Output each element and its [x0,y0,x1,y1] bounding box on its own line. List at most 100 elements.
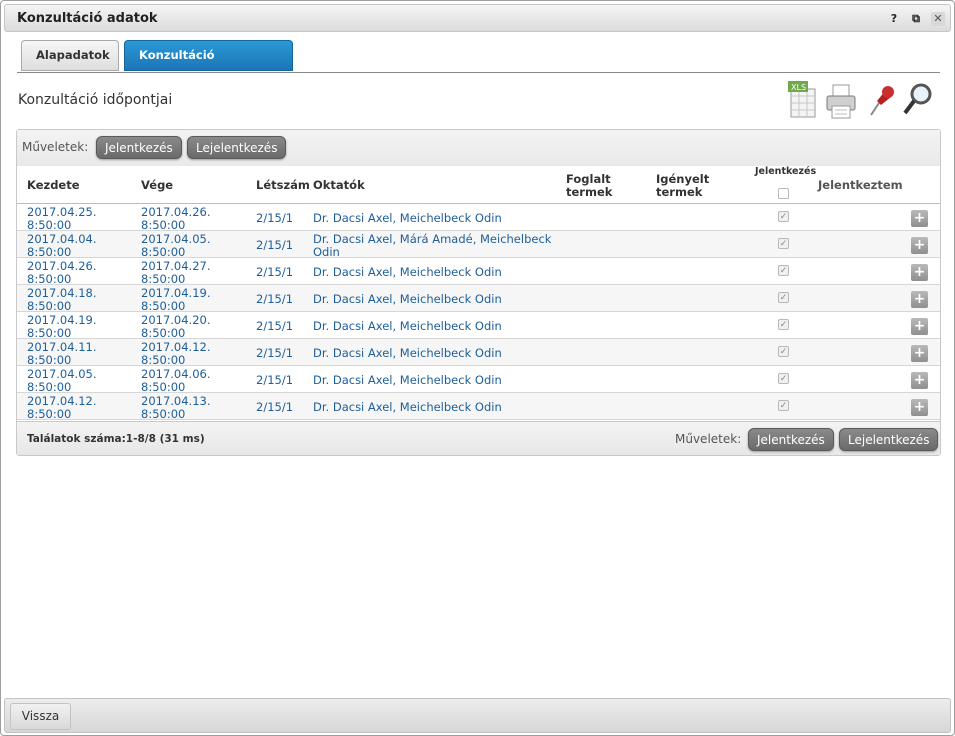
search-icon[interactable] [901,79,935,121]
cell-start-time: 8:50:00 [27,407,72,421]
excel-export-icon[interactable]: XLS [785,79,819,121]
table-row[interactable]: 2017.04.04. 8:50:00 2017.04.05. 8:50:00 … [17,231,940,258]
back-button[interactable]: Vissza [10,703,71,730]
pin-icon[interactable] [863,79,897,121]
table-row[interactable]: 2017.04.26. 8:50:00 2017.04.27. 8:50:00 … [17,258,940,285]
expand-row-button[interactable]: + [911,291,928,308]
close-icon[interactable]: ✕ [931,12,945,26]
column-header-instructors[interactable]: Oktatók [313,178,365,192]
column-header-end[interactable]: Vége [141,178,173,192]
row-checkbox: ✓ [778,265,789,276]
cell-instructors: Dr. Dacsi Axel, Meichelbeck Odin [313,292,502,306]
cell-end-date: 2017.04.26. [141,205,211,219]
unregister-button-bottom[interactable]: Lejelentkezés [839,428,939,451]
cell-end-date: 2017.04.13. [141,394,211,408]
expand-row-button[interactable]: + [911,210,928,227]
cell-instructors-cont: Odin [313,245,340,259]
cell-instructors: Dr. Dacsi Axel, Meichelbeck Odin [313,346,502,360]
register-button-bottom[interactable]: Jelentkezés [748,428,834,451]
column-header-requested-rooms-2: termek [656,185,703,199]
expand-row-button[interactable]: + [911,237,928,254]
tab-bar: Alapadatok Konzultáció időpontjai [17,39,940,91]
table-row[interactable]: 2017.04.25. 8:50:00 2017.04.26. 8:50:00 … [17,204,940,231]
cell-end-date: 2017.04.19. [141,286,211,300]
cell-headcount: 2/15/1 [256,319,294,333]
row-checkbox: ✓ [778,211,789,222]
cell-headcount: 2/15/1 [256,346,294,360]
cell-headcount: 2/15/1 [256,373,294,387]
cell-instructors: Dr. Dacsi Axel, Márá Amadé, Meichelbeck [313,232,552,246]
column-header-start[interactable]: Kezdete [27,178,80,192]
cell-end-date: 2017.04.06. [141,367,211,381]
operations-label-bottom: Műveletek: [675,432,742,446]
grid-footer: Találatok száma:1-8/8 (31 ms) Műveletek:… [17,421,940,455]
cell-start-date: 2017.04.25. [27,205,97,219]
operations-label: Műveletek: [22,140,89,154]
window-title: Konzultáció adatok [17,11,158,26]
title-bar: Konzultáció adatok ? ⧉ ✕ [4,4,951,32]
cell-start-time: 8:50:00 [27,299,72,313]
cell-start-time: 8:50:00 [27,218,72,232]
expand-row-button[interactable]: + [911,372,928,389]
select-all-checkbox[interactable] [778,188,789,199]
cell-headcount: 2/15/1 [256,400,294,414]
print-icon[interactable] [824,79,858,121]
cell-start-date: 2017.04.12. [27,394,97,408]
cell-end-time: 8:50:00 [141,218,186,232]
tab-consultation-times[interactable]: Konzultáció időpontjai [124,40,293,91]
cell-end-date: 2017.04.27. [141,259,211,273]
cell-start-time: 8:50:00 [27,353,72,367]
cell-start-date: 2017.04.26. [27,259,97,273]
table-row[interactable]: 2017.04.18. 8:50:00 2017.04.19. 8:50:00 … [17,285,940,312]
cell-end-time: 8:50:00 [141,407,186,421]
dialog-window: Konzultáció adatok ? ⧉ ✕ Alapadatok Konz… [0,0,955,736]
cell-start-time: 8:50:00 [27,245,72,259]
cell-headcount: 2/15/1 [256,238,294,252]
column-header-registration: Jelentkezés [755,166,817,177]
cell-start-date: 2017.04.04. [27,232,97,246]
tab-basic-data[interactable]: Alapadatok [21,40,119,71]
dialog-footer: Vissza [4,698,951,733]
cell-end-time: 8:50:00 [141,353,186,367]
cell-end-time: 8:50:00 [141,272,186,286]
popout-icon[interactable]: ⧉ [909,12,923,26]
cell-instructors: Dr. Dacsi Axel, Meichelbeck Odin [313,265,502,279]
cell-end-date: 2017.04.12. [141,340,211,354]
results-count: Találatok száma:1-8/8 (31 ms) [27,433,205,445]
cell-end-time: 8:50:00 [141,380,186,394]
expand-row-button[interactable]: + [911,264,928,281]
consultation-grid: Műveletek: Jelentkezés Lejelentkezés Kez… [16,129,941,456]
column-header-headcount[interactable]: Létszám [256,178,310,192]
cell-end-time: 8:50:00 [141,326,186,340]
table-row[interactable]: 2017.04.12. 8:50:00 2017.04.13. 8:50:00 … [17,393,940,420]
help-icon[interactable]: ? [887,12,901,26]
register-button-top[interactable]: Jelentkezés [96,136,182,159]
expand-row-button[interactable]: + [911,318,928,335]
row-checkbox: ✓ [778,346,789,357]
cell-instructors: Dr. Dacsi Axel, Meichelbeck Odin [313,319,502,333]
table-row[interactable]: 2017.04.19. 8:50:00 2017.04.20. 8:50:00 … [17,312,940,339]
cell-instructors: Dr. Dacsi Axel, Meichelbeck Odin [313,400,502,414]
cell-end-time: 8:50:00 [141,299,186,313]
grid-toolbar: Műveletek: Jelentkezés Lejelentkezés [17,130,940,166]
row-checkbox: ✓ [778,292,789,303]
cell-start-date: 2017.04.05. [27,367,97,381]
cell-headcount: 2/15/1 [256,211,294,225]
row-checkbox: ✓ [778,373,789,384]
table-row[interactable]: 2017.04.11. 8:50:00 2017.04.12. 8:50:00 … [17,339,940,366]
column-header-registered: Jelentkeztem [818,178,903,192]
cell-headcount: 2/15/1 [256,292,294,306]
cell-end-date: 2017.04.20. [141,313,211,327]
column-header-booked-rooms-1: Foglalt [566,172,611,186]
table-row[interactable]: 2017.04.05. 8:50:00 2017.04.06. 8:50:00 … [17,366,940,393]
cell-start-date: 2017.04.11. [27,340,97,354]
cell-end-time: 8:50:00 [141,245,186,259]
expand-row-button[interactable]: + [911,345,928,362]
row-checkbox: ✓ [778,319,789,330]
expand-row-button[interactable]: + [911,399,928,416]
unregister-button-top[interactable]: Lejelentkezés [187,136,287,159]
cell-start-time: 8:50:00 [27,380,72,394]
cell-start-date: 2017.04.19. [27,313,97,327]
cell-start-date: 2017.04.18. [27,286,97,300]
section-title: Konzultáció időpontjai [18,92,173,108]
